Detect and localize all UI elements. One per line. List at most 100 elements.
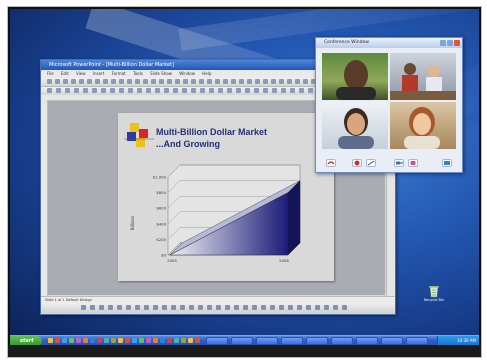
toolbar-button-icon[interactable] xyxy=(288,305,293,310)
toolbar-button-icon[interactable] xyxy=(271,79,276,84)
toolbar-button-icon[interactable] xyxy=(315,305,320,310)
quick-launch-icon[interactable] xyxy=(111,338,116,343)
quick-launch-icon[interactable] xyxy=(55,338,60,343)
toolbar-button-icon[interactable] xyxy=(83,88,88,93)
toolbar-button-icon[interactable] xyxy=(263,88,268,93)
taskbar-window-button[interactable] xyxy=(206,337,228,345)
quick-launch-icon[interactable] xyxy=(132,338,137,343)
toolbar-button-icon[interactable] xyxy=(243,305,248,310)
toolbar-button-icon[interactable] xyxy=(128,88,133,93)
quick-launch-icon[interactable] xyxy=(90,338,95,343)
menu-help[interactable]: Help xyxy=(202,71,211,76)
quick-launch-icon[interactable] xyxy=(69,338,74,343)
toolbar-button-icon[interactable] xyxy=(295,79,300,84)
toolbar-button-icon[interactable] xyxy=(207,79,212,84)
toolbar-button-icon[interactable] xyxy=(183,79,188,84)
quick-launch-icon[interactable] xyxy=(104,338,109,343)
quick-launch-icon[interactable] xyxy=(146,338,151,343)
taskbar-window-button[interactable] xyxy=(381,337,403,345)
toolbar-button-icon[interactable] xyxy=(65,88,70,93)
quick-launch-icon[interactable] xyxy=(167,338,172,343)
quick-launch-icon[interactable] xyxy=(195,338,200,343)
toolbar-button-icon[interactable] xyxy=(162,305,167,310)
toolbar-button-icon[interactable] xyxy=(308,88,313,93)
quick-launch-icon[interactable] xyxy=(118,338,123,343)
toolbar-button-icon[interactable] xyxy=(99,305,104,310)
quick-launch-icon[interactable] xyxy=(62,338,67,343)
quick-launch-icon[interactable] xyxy=(48,338,53,343)
toolbar-button-icon[interactable] xyxy=(117,305,122,310)
quick-launch-icon[interactable] xyxy=(188,338,193,343)
toolbar-button-icon[interactable] xyxy=(324,305,329,310)
toolbar-button-icon[interactable] xyxy=(252,305,257,310)
toolbar-button-icon[interactable] xyxy=(270,305,275,310)
video-tile-participant-3[interactable] xyxy=(322,102,388,149)
toolbar-button-icon[interactable] xyxy=(303,79,308,84)
toolbar-button-icon[interactable] xyxy=(261,305,266,310)
toolbar-button-icon[interactable] xyxy=(103,79,108,84)
quick-launch-icon[interactable] xyxy=(160,338,165,343)
toolbar-button-icon[interactable] xyxy=(126,305,131,310)
toolbar-button-icon[interactable] xyxy=(135,79,140,84)
toolbar-button-icon[interactable] xyxy=(297,305,302,310)
video-conference-window[interactable]: Conference Window xyxy=(315,37,463,173)
video-maximize-button[interactable] xyxy=(447,40,453,46)
toolbar-button-icon[interactable] xyxy=(47,79,52,84)
recycle-bin[interactable]: Recycle Bin xyxy=(422,284,446,302)
menu-window[interactable]: Window xyxy=(179,71,195,76)
toolbar-button-icon[interactable] xyxy=(182,88,187,93)
quick-launch-icon[interactable] xyxy=(97,338,102,343)
toolbar-button-icon[interactable] xyxy=(180,305,185,310)
toolbar-button-icon[interactable] xyxy=(207,305,212,310)
menu-file[interactable]: File xyxy=(47,71,54,76)
toolbar-button-icon[interactable] xyxy=(333,305,338,310)
toolbar-button-icon[interactable] xyxy=(143,79,148,84)
toolbar-button-icon[interactable] xyxy=(173,88,178,93)
toolbar-button-icon[interactable] xyxy=(247,79,252,84)
toolbar-button-icon[interactable] xyxy=(90,305,95,310)
toolbar-button-icon[interactable] xyxy=(239,79,244,84)
quick-launch-icon[interactable] xyxy=(153,338,158,343)
toolbar-button-icon[interactable] xyxy=(281,88,286,93)
toolbar-button-icon[interactable] xyxy=(245,88,250,93)
toolbar-button-icon[interactable] xyxy=(111,79,116,84)
toolbar-button-icon[interactable] xyxy=(155,88,160,93)
menu-tools[interactable]: Tools xyxy=(133,71,143,76)
toolbar-button-icon[interactable] xyxy=(81,305,86,310)
toolbar-button-icon[interactable] xyxy=(227,88,232,93)
video-tile-participant-1[interactable] xyxy=(322,53,388,100)
quick-launch-icon[interactable] xyxy=(76,338,81,343)
toolbar-button-icon[interactable] xyxy=(215,79,220,84)
toolbar-button-icon[interactable] xyxy=(209,88,214,93)
quick-launch-icon[interactable] xyxy=(139,338,144,343)
taskbar-window-button[interactable] xyxy=(256,337,278,345)
toolbar-button-icon[interactable] xyxy=(56,88,61,93)
toolbar-button-icon[interactable] xyxy=(79,79,84,84)
toolbar-button-icon[interactable] xyxy=(191,88,196,93)
toolbar-button-icon[interactable] xyxy=(92,88,97,93)
phone-icon[interactable] xyxy=(408,159,418,167)
toolbar-button-icon[interactable] xyxy=(137,88,142,93)
video-minimize-button[interactable] xyxy=(440,40,446,46)
toolbar-button-icon[interactable] xyxy=(71,79,76,84)
taskbar-window-button[interactable] xyxy=(281,337,303,345)
quick-launch-icon[interactable] xyxy=(125,338,130,343)
toolbar-button-icon[interactable] xyxy=(225,305,230,310)
toolbar-button-icon[interactable] xyxy=(263,79,268,84)
toolbar-button-icon[interactable] xyxy=(279,79,284,84)
quick-launch-icon[interactable] xyxy=(181,338,186,343)
quick-launch-icon[interactable] xyxy=(83,338,88,343)
toolbar-button-icon[interactable] xyxy=(171,305,176,310)
toolbar-button-icon[interactable] xyxy=(63,79,68,84)
toolbar-button-icon[interactable] xyxy=(119,88,124,93)
toolbar-button-icon[interactable] xyxy=(95,79,100,84)
toolbar-button-icon[interactable] xyxy=(167,79,172,84)
toolbar-button-icon[interactable] xyxy=(153,305,158,310)
camera-icon[interactable] xyxy=(394,159,404,167)
toolbar-button-icon[interactable] xyxy=(87,79,92,84)
toolbar-button-icon[interactable] xyxy=(199,79,204,84)
toolbar-button-icon[interactable] xyxy=(234,305,239,310)
taskbar-window-button[interactable] xyxy=(356,337,378,345)
toolbar-button-icon[interactable] xyxy=(198,305,203,310)
toolbar-button-icon[interactable] xyxy=(272,88,277,93)
